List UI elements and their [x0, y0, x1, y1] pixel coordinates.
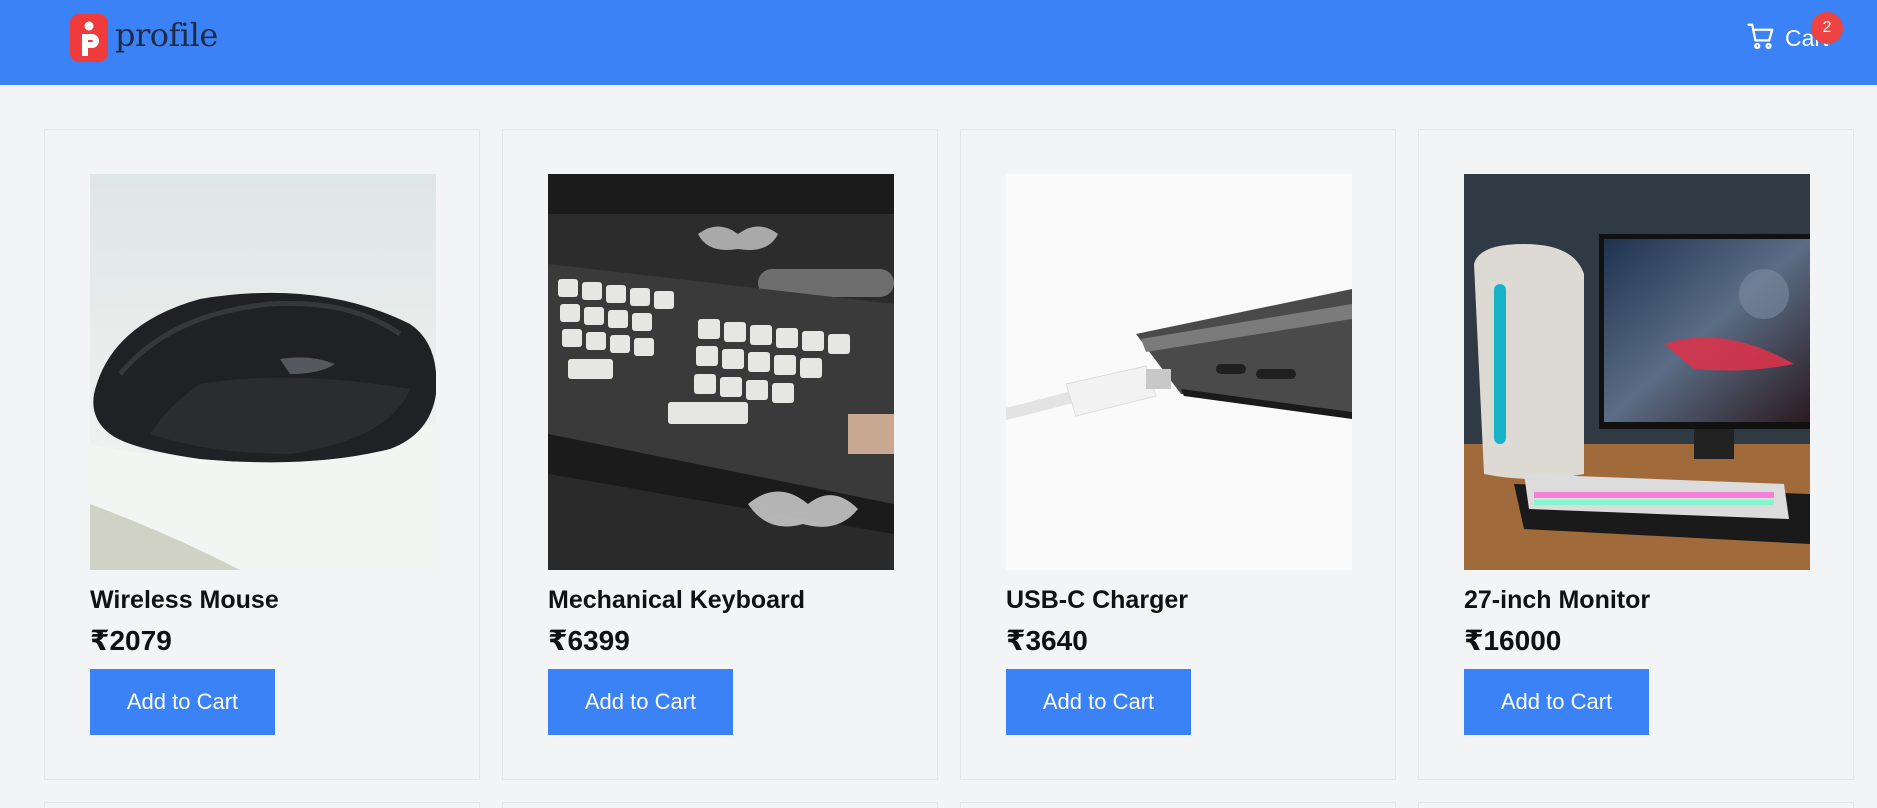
top-navbar: profile Cart 2: [0, 0, 1877, 85]
product-card: [1418, 802, 1854, 808]
product-card: Wireless Mouse ₹2079 Add to Cart: [44, 129, 480, 780]
logo-icon: [70, 14, 108, 62]
product-price: ₹16000: [1464, 625, 1562, 656]
add-to-cart-button[interactable]: Add to Cart: [1006, 669, 1191, 735]
add-to-cart-button[interactable]: Add to Cart: [90, 669, 275, 735]
product-card: [44, 802, 480, 808]
product-card: [502, 802, 938, 808]
cart-count-badge: 2: [1811, 12, 1843, 44]
product-card: [960, 802, 1396, 808]
keyboard-image: [548, 174, 894, 570]
product-name: Wireless Mouse: [90, 586, 279, 614]
product-price: ₹2079: [90, 625, 172, 656]
add-to-cart-button[interactable]: Add to Cart: [1464, 669, 1649, 735]
product-card: USB-C Charger ₹3640 Add to Cart: [960, 129, 1396, 780]
brand-name: profile: [115, 16, 218, 54]
product-card: Mechanical Keyboard ₹6399 Add to Cart: [502, 129, 938, 780]
brand-logo-link[interactable]: profile: [70, 14, 218, 62]
product-price: ₹6399: [548, 625, 630, 656]
mouse-image: [90, 174, 436, 570]
cart-button[interactable]: Cart 2: [1746, 12, 1843, 56]
charger-image: [1006, 174, 1352, 570]
product-name: Mechanical Keyboard: [548, 586, 806, 614]
product-name: 27-inch Monitor: [1464, 586, 1651, 614]
product-price: ₹3640: [1006, 625, 1088, 656]
add-to-cart-button[interactable]: Add to Cart: [548, 669, 733, 735]
cart-icon: [1746, 21, 1776, 56]
product-card: 27-inch Monitor ₹16000 Add to Cart: [1418, 129, 1854, 780]
product-name: USB-C Charger: [1006, 586, 1188, 614]
monitor-image: [1464, 174, 1810, 570]
